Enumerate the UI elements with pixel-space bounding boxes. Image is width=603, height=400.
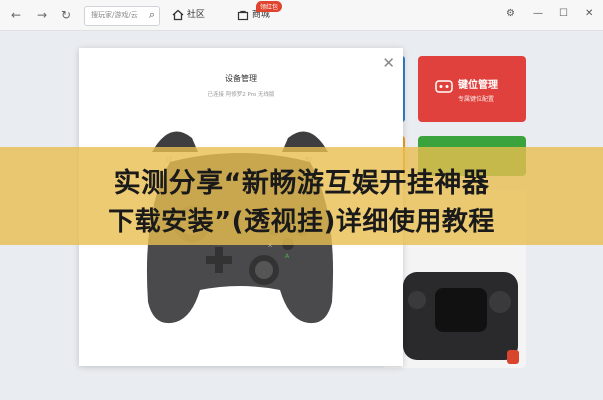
dialog-subtitle: 已连接 阿修罗2 Pro 无线版 <box>207 92 275 98</box>
mall-badge: 领红包 <box>256 1 283 12</box>
search-icon[interactable]: ⌕ <box>149 8 155 22</box>
key-manage-subtitle: 专属键位配置 <box>458 96 495 103</box>
home-icon <box>172 9 184 20</box>
title-banner: 实测分享“新畅游互娱开挂神器 下载安装”(透视挂)详细使用教程 <box>0 147 603 245</box>
close-window-icon[interactable]: ✕ <box>585 8 593 19</box>
gamepad-photo <box>403 272 519 364</box>
maximize-icon[interactable]: ☐ <box>559 8 568 19</box>
browser-toolbar: ← → ↻ 搜玩家/游戏/云 ⌕ 社区 商城 领红包 ⚙ — ☐ ✕ <box>0 0 603 31</box>
refresh-icon[interactable]: ↻ <box>58 7 74 23</box>
dialog-title: 设备管理 <box>225 74 257 83</box>
forward-arrow-icon[interactable]: → <box>34 7 50 23</box>
key-manage-title: 键位管理 <box>458 80 498 91</box>
shop-icon <box>237 10 249 20</box>
close-icon[interactable]: ✕ <box>382 54 395 72</box>
key-manage-card[interactable]: 键位管理 专属键位配置 <box>418 56 526 122</box>
keymap-icon <box>435 80 453 93</box>
banner-line-2: 下载安装”(透视挂)详细使用教程 <box>108 207 495 237</box>
tab-community-label: 社区 <box>186 10 205 20</box>
search-input[interactable]: 搜玩家/游戏/云 ⌕ <box>84 6 160 26</box>
settings-icon[interactable]: ⚙ <box>506 8 515 19</box>
tab-community[interactable]: 社区 <box>172 6 205 24</box>
search-placeholder: 搜玩家/游戏/云 <box>91 11 138 19</box>
back-arrow-icon[interactable]: ← <box>8 7 24 23</box>
minimize-icon[interactable]: — <box>533 8 543 19</box>
banner-line-1: 实测分享“新畅游互娱开挂神器 <box>113 168 490 199</box>
